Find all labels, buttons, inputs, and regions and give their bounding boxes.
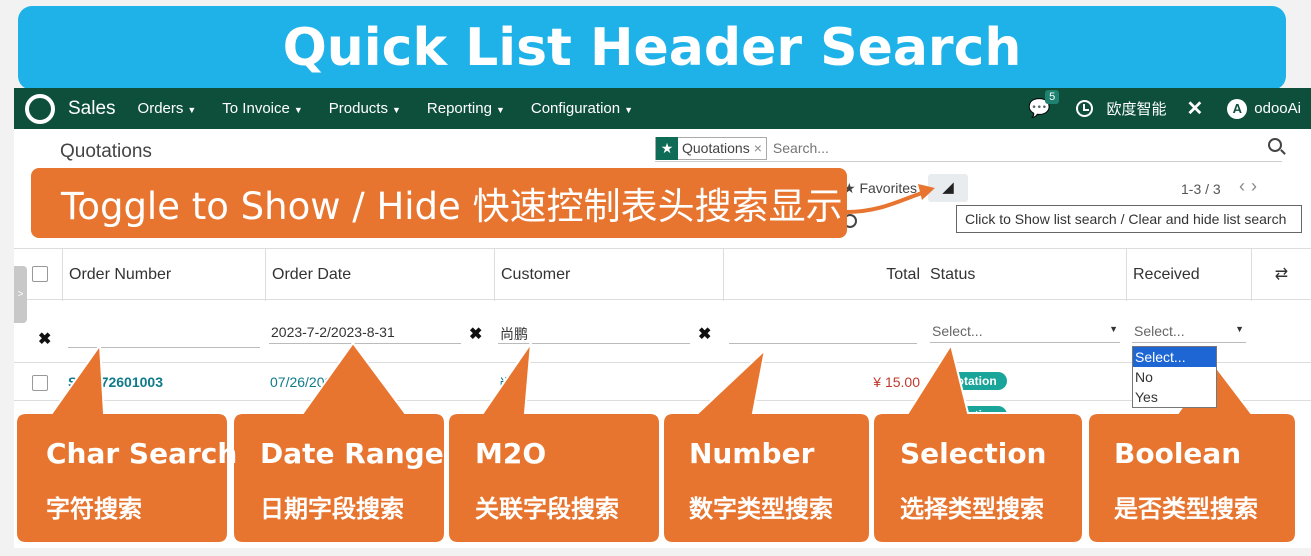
toggle-callout: Toggle to Show / Hide 快速控制表头搜索显示: [31, 168, 847, 238]
menu-to-invoice[interactable]: To Invoice ▼: [222, 100, 302, 117]
caret-down-icon: ▼: [1109, 324, 1118, 334]
search-facet: ★ Quotations ×: [655, 136, 767, 160]
order-date-cell: 07/26/2023: [270, 374, 341, 390]
breadcrumb[interactable]: Quotations: [60, 141, 152, 163]
callout-title-boolean: Boolean: [1114, 437, 1242, 470]
order-date-filter[interactable]: 2023-7-2/2023-8-31: [269, 322, 461, 344]
received-option[interactable]: No: [1133, 367, 1216, 387]
table-row[interactable]: S00072601003 07/26/2023 尚鹏 ¥ 15.00 Quota…: [14, 364, 1311, 401]
callout-subtitle-char-search: 字符搜索: [46, 495, 142, 523]
favorites-menu[interactable]: ★ Favorites: [843, 180, 917, 197]
callout-title-date-range: Date Range: [260, 437, 444, 470]
callout-title-char-search: Char Search: [46, 437, 238, 470]
total-filter[interactable]: [729, 322, 917, 344]
menu-products[interactable]: Products ▼: [329, 100, 401, 117]
star-icon: ★: [656, 136, 678, 160]
select-all-checkbox[interactable]: [32, 266, 48, 282]
column-received[interactable]: Received: [1126, 249, 1251, 301]
clock-icon[interactable]: [1075, 100, 1093, 117]
menu-products-label: Products: [328, 100, 388, 117]
navbar-systray: 💬 5 欧度智能 ✕ A odooAi: [1028, 88, 1311, 129]
caret-down-icon: ▼: [1235, 324, 1244, 334]
search-icon[interactable]: [1268, 138, 1282, 152]
total-cell: ¥ 1.00: [881, 410, 920, 426]
pager-navigation: ‹›: [1239, 176, 1263, 197]
status-select[interactable]: Select... ▼: [930, 321, 1120, 343]
menu-orders-label: Orders: [137, 100, 184, 117]
row-checkbox[interactable]: [32, 375, 48, 391]
table-row[interactable]: ¥ 1.00 Quotation: [14, 402, 1311, 432]
banner-title: Quick List Header Search: [18, 6, 1286, 90]
order-number-cell[interactable]: S00072601003: [68, 374, 163, 390]
menu-configuration[interactable]: Configuration ▼: [531, 100, 633, 117]
caret-down-icon: ▼: [624, 105, 634, 115]
status-badge: Quotation: [930, 406, 1007, 424]
received-dropdown: Select... No Yes: [1132, 346, 1217, 408]
facet-label: Quotations: [682, 140, 750, 156]
list-header: Order Number Order Date Customer Total S…: [14, 248, 1311, 301]
pager-prev-button[interactable]: ‹: [1239, 176, 1251, 196]
toggle-tooltip: Click to Show list search / Clear and hi…: [956, 205, 1302, 233]
received-option[interactable]: Yes: [1133, 387, 1216, 407]
favorites-label: Favorites: [859, 180, 918, 196]
top-navbar: Sales Orders ▼ To Invoice ▼ Products ▼ Repo…: [14, 88, 1311, 129]
column-order-number[interactable]: Order Number: [62, 249, 265, 301]
user-menu[interactable]: odooAi: [1254, 100, 1301, 117]
received-select-value: Select...: [1134, 323, 1185, 339]
header-search-row: ✖ 2023-7-2/2023-8-31 ✖ 尚鹏 ✖ Select... ▼ S…: [14, 301, 1311, 363]
caret-down-icon: ▼: [187, 105, 197, 115]
side-panel-toggle[interactable]: >: [14, 266, 27, 323]
odoo-app: Sales Orders ▼ To Invoice ▼ Products ▼ Repo…: [14, 88, 1311, 548]
settings-sliders-icon[interactable]: ⇄: [1251, 249, 1311, 301]
pager-value[interactable]: 1-3 / 3: [1181, 181, 1221, 197]
facet-remove-button[interactable]: ×: [754, 140, 766, 156]
callout-title-number: Number: [689, 437, 815, 470]
callout-subtitle-selection: 选择类型搜索: [900, 495, 1044, 523]
clear-customer-filter-button[interactable]: ✖: [698, 324, 711, 344]
callout-subtitle-number: 数字类型搜索: [689, 495, 833, 523]
company-switcher[interactable]: 欧度智能: [1107, 98, 1167, 119]
menu-to-invoice-label: To Invoice: [222, 100, 290, 117]
menu-reporting-label: Reporting: [426, 100, 492, 117]
menu-reporting[interactable]: Reporting ▼: [427, 100, 505, 117]
callout-subtitle-m2o: 关联字段搜索: [475, 495, 619, 523]
caret-down-icon: ▼: [495, 105, 505, 115]
menu-orders[interactable]: Orders ▼: [138, 100, 197, 117]
menu-configuration-label: Configuration: [530, 100, 621, 117]
received-select[interactable]: Select... ▼: [1132, 321, 1246, 343]
caret-down-icon: ▼: [293, 105, 303, 115]
search-input[interactable]: [772, 140, 1223, 156]
column-order-date[interactable]: Order Date: [265, 249, 494, 301]
chat-count-badge: 5: [1045, 90, 1060, 104]
customer-filter[interactable]: 尚鹏: [498, 322, 690, 344]
app-logo-icon[interactable]: [25, 93, 55, 124]
app-name[interactable]: Sales: [68, 98, 116, 120]
column-status[interactable]: Status: [924, 249, 1126, 301]
search-bar: ★ Quotations ×: [655, 135, 1282, 162]
chat-icon[interactable]: 💬 5: [1028, 90, 1060, 119]
status-badge: Quotation: [930, 372, 1007, 390]
column-customer[interactable]: Customer: [494, 249, 723, 301]
callout-title-selection: Selection: [900, 437, 1047, 470]
total-cell: ¥ 15.00: [873, 374, 920, 390]
callout-title-m2o: M2O: [475, 437, 547, 470]
avatar[interactable]: A: [1227, 98, 1248, 119]
customer-cell: 尚鹏: [499, 376, 527, 392]
order-number-filter[interactable]: [68, 326, 260, 348]
caret-down-icon: ▼: [391, 105, 401, 115]
eraser-icon[interactable]: ◢: [928, 174, 968, 202]
clear-date-filter-button[interactable]: ✖: [469, 324, 482, 344]
column-total[interactable]: Total: [723, 249, 924, 301]
tools-icon[interactable]: ✕: [1187, 96, 1204, 121]
received-option[interactable]: Select...: [1133, 347, 1216, 367]
clear-all-filters-button[interactable]: ✖: [38, 329, 51, 349]
callout-subtitle-date-range: 日期字段搜索: [260, 495, 404, 523]
status-select-value: Select...: [932, 323, 983, 339]
pager-next-button[interactable]: ›: [1251, 176, 1263, 196]
callout-subtitle-boolean: 是否类型搜索: [1114, 495, 1258, 523]
